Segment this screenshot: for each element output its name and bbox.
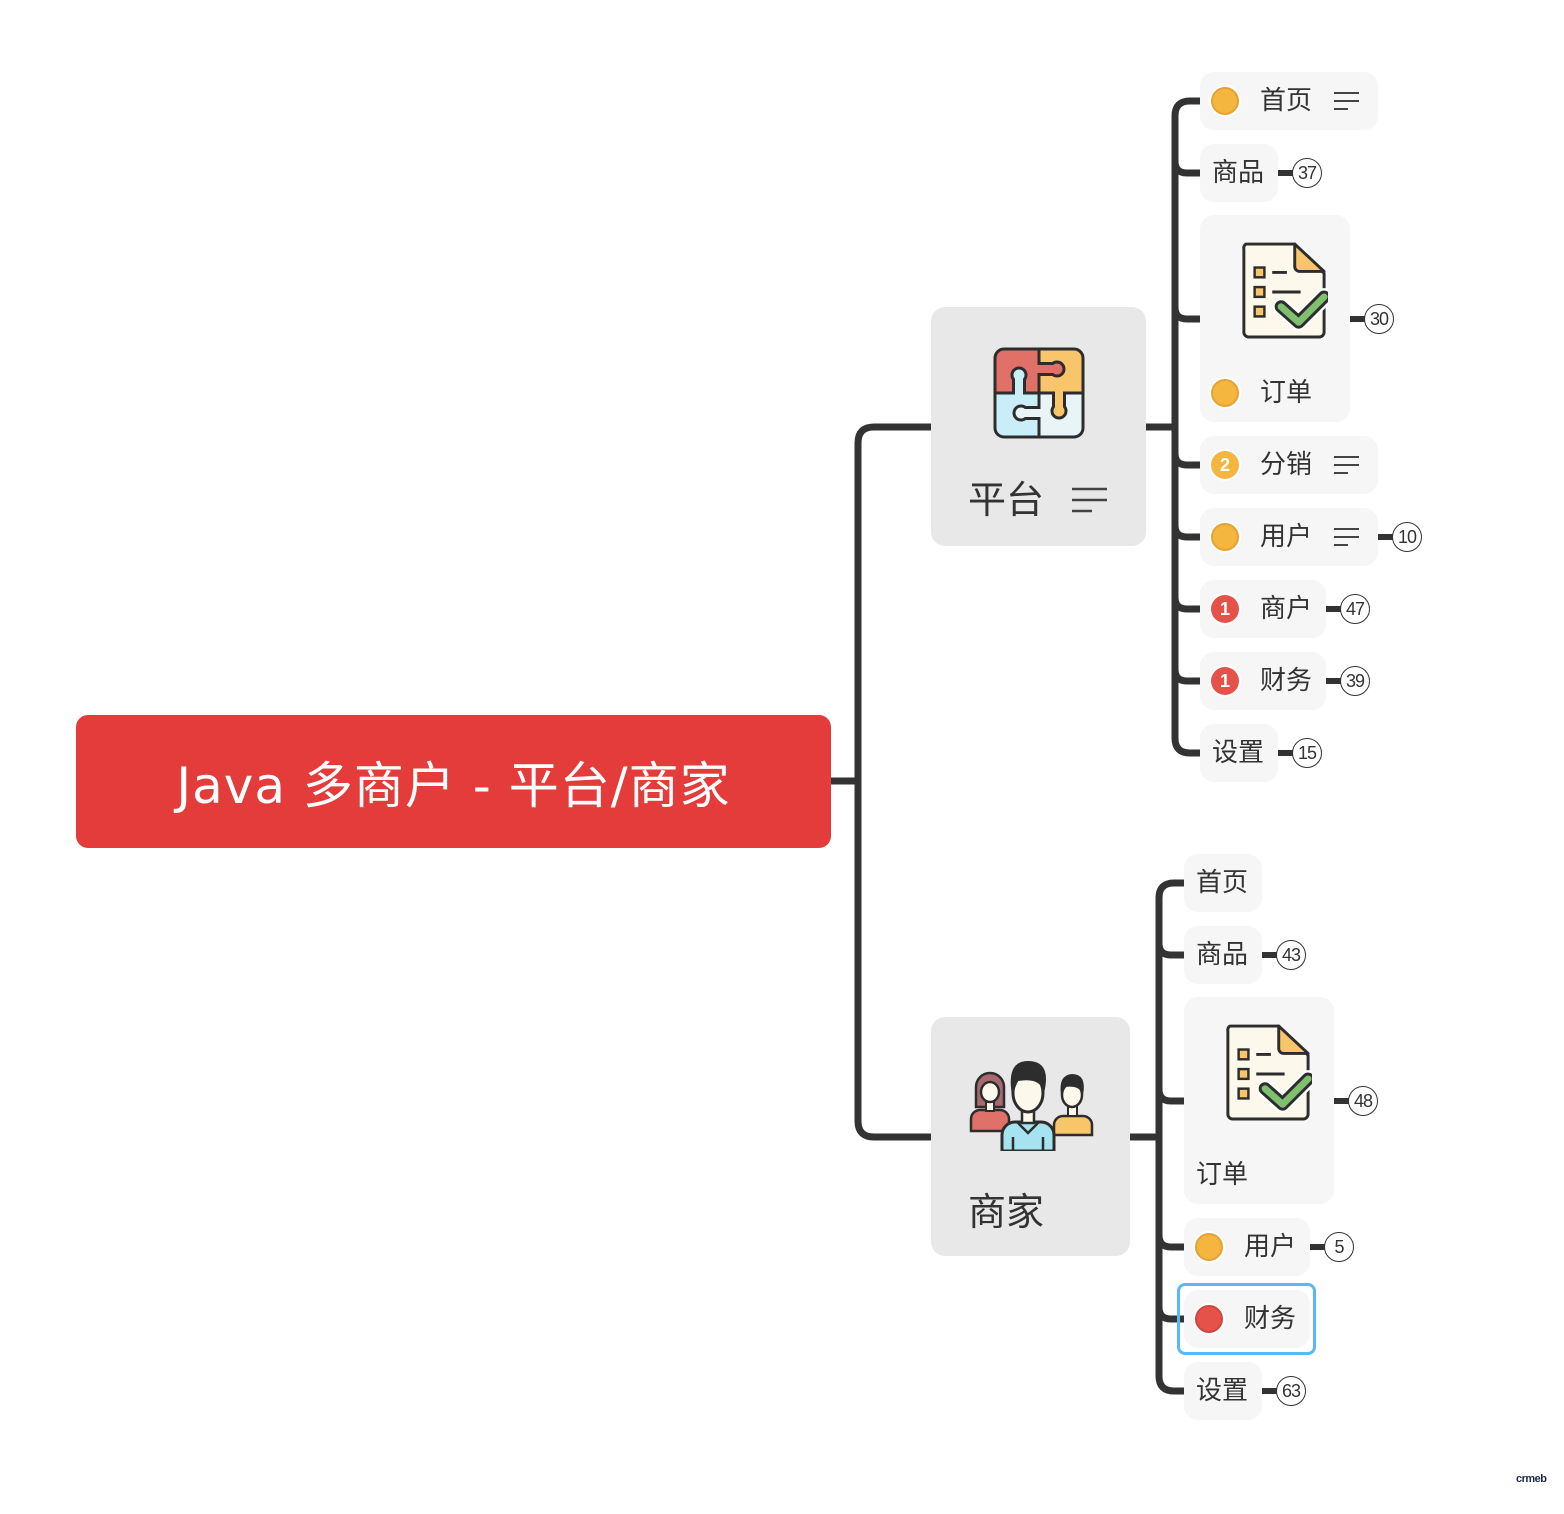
team-icon (968, 1057, 1096, 1155)
item-label: 商品 (1212, 158, 1265, 188)
merchant-item-settings[interactable]: 设置 (1184, 1362, 1262, 1420)
merchant-item-finance[interactable]: 财务 (1184, 1290, 1310, 1348)
count-badge[interactable]: 5 (1324, 1232, 1354, 1262)
checklist-document-icon (1222, 1022, 1317, 1128)
task-marker-icon (1211, 523, 1239, 551)
count-badge-value: 15 (1297, 742, 1317, 763)
notes-icon[interactable] (1334, 527, 1360, 547)
count-badge-value: 10 (1397, 526, 1417, 547)
platform-item-users[interactable]: 用户 (1200, 508, 1378, 566)
task-marker-icon (1195, 1305, 1223, 1333)
platform-branch-line (1171, 668, 1200, 685)
platform-bracket (1171, 97, 1200, 757)
notes-icon[interactable] (1334, 455, 1360, 475)
central-topic[interactable]: Java 多商户 - 平台/商家 (76, 715, 831, 848)
item-label: 商户 (1260, 594, 1313, 624)
count-badge[interactable]: 48 (1348, 1086, 1378, 1116)
count-badge[interactable]: 15 (1292, 738, 1322, 768)
platform-item-finance[interactable]: 1 财务 (1200, 652, 1326, 710)
item-label: 设置 (1212, 738, 1265, 768)
checklist-document-icon (1238, 240, 1333, 346)
count-badge[interactable]: 37 (1292, 158, 1322, 188)
count-badge[interactable]: 63 (1276, 1376, 1306, 1406)
platform-branch-line (1171, 452, 1200, 469)
platform-item-merchants[interactable]: 1 商户 (1200, 580, 1326, 638)
item-label-row: 订单 (1196, 1160, 1248, 1190)
count-badge[interactable]: 30 (1364, 304, 1394, 334)
item-label: 订单 (1196, 1160, 1249, 1190)
item-label: 财务 (1260, 666, 1313, 696)
branch-merchant[interactable]: 商家 (931, 1017, 1130, 1256)
platform-branch-line (1171, 524, 1200, 541)
count-badge-value: 5 (1334, 1236, 1344, 1257)
watermark-logo: crmeb (1516, 1473, 1547, 1485)
branch-platform[interactable]: 平台 (931, 307, 1146, 546)
count-badge-value: 37 (1297, 162, 1317, 183)
notes-icon[interactable] (1334, 91, 1360, 111)
count-badge[interactable]: 47 (1340, 594, 1370, 624)
priority-1-icon: 1 (1211, 667, 1239, 695)
platform-item-settings[interactable]: 设置 (1200, 724, 1278, 782)
count-badge[interactable]: 10 (1392, 522, 1422, 552)
task-marker-icon (1211, 87, 1239, 115)
platform-item-products[interactable]: 商品 (1200, 144, 1278, 202)
platform-branch-line (1171, 306, 1200, 323)
merchant-branch-line (1155, 1088, 1184, 1105)
mind-map-canvas: Java 多商户 - 平台/商家 平台 首页 商品 37 订单 30 2 分销 … (0, 0, 1564, 1514)
branch-merchant-label: 商家 (968, 1190, 1045, 1234)
main-bracket (854, 423, 931, 1141)
merchant-item-home[interactable]: 首页 (1184, 854, 1262, 912)
item-label: 首页 (1260, 86, 1313, 116)
priority-1-icon: 1 (1211, 595, 1239, 623)
merchant-item-users[interactable]: 用户 (1184, 1218, 1310, 1276)
platform-branch-line (1171, 160, 1200, 177)
count-badge-value: 48 (1353, 1090, 1373, 1111)
merchant-item-orders[interactable]: 订单 (1184, 997, 1334, 1204)
merchant-branch-line (1155, 942, 1184, 959)
task-marker-icon (1211, 379, 1239, 407)
item-label: 设置 (1196, 1376, 1249, 1406)
branch-platform-label: 平台 (968, 478, 1045, 522)
count-badge-value: 43 (1281, 944, 1301, 965)
platform-item-home[interactable]: 首页 (1200, 72, 1378, 130)
merchant-item-products[interactable]: 商品 (1184, 926, 1262, 984)
count-badge-value: 39 (1345, 670, 1365, 691)
count-badge[interactable]: 43 (1276, 940, 1306, 970)
priority-2-icon: 2 (1211, 451, 1239, 479)
item-label: 用户 (1260, 522, 1313, 552)
item-label: 财务 (1244, 1304, 1297, 1334)
central-topic-title: Java 多商户 - 平台/商家 (176, 756, 731, 815)
platform-branch-line (1171, 596, 1200, 613)
notes-icon[interactable] (1072, 486, 1107, 518)
item-label: 分销 (1260, 450, 1313, 480)
task-marker-icon (1195, 1233, 1223, 1261)
puzzle-icon (993, 347, 1085, 443)
item-label: 订单 (1260, 378, 1313, 408)
count-badge[interactable]: 39 (1340, 666, 1370, 696)
merchant-branch-line (1155, 1234, 1184, 1251)
platform-item-orders[interactable]: 订单 (1200, 215, 1350, 422)
item-label: 首页 (1196, 868, 1249, 898)
item-label: 用户 (1244, 1232, 1297, 1262)
count-badge-value: 30 (1369, 308, 1389, 329)
count-badge-value: 47 (1345, 598, 1365, 619)
count-badge-value: 63 (1281, 1380, 1301, 1401)
platform-item-distribution[interactable]: 2 分销 (1200, 436, 1378, 494)
item-label: 商品 (1196, 940, 1249, 970)
item-label-row: 订单 (1211, 378, 1313, 408)
